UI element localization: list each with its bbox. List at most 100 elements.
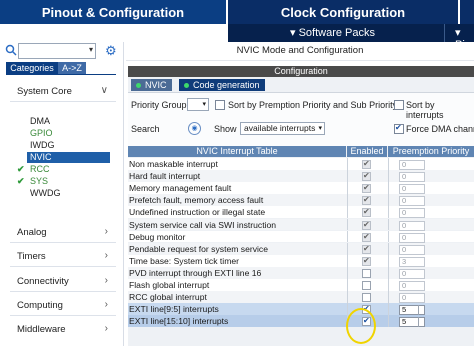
force-dma-checkbox[interactable] [394, 123, 404, 134]
priority-group-select[interactable]: ▾ [187, 98, 209, 111]
software-packs-menu[interactable]: ▾ Software Packs [290, 26, 375, 39]
tab-categories[interactable]: Categories [6, 62, 58, 74]
priority-cell: 3 [388, 254, 474, 267]
group-label: Computing [17, 300, 63, 311]
priority-cell: 0 [388, 266, 474, 279]
search-label: Search [131, 124, 160, 134]
table-row[interactable]: EXTI line[15:10] interrupts 5 [128, 315, 474, 328]
priority-value[interactable]: 5 [399, 317, 425, 328]
column-header-priority[interactable]: Preemption Priority [388, 146, 474, 157]
interrupt-name: EXTI line[9:5] interrupts [129, 304, 219, 315]
priority-value: 0 [399, 268, 425, 279]
menu-separator [444, 24, 445, 42]
group-system-core[interactable]: System Core ∨ [0, 83, 118, 100]
group-connectivity[interactable]: Connectivity › [0, 273, 118, 290]
chevron-right-icon: › [104, 250, 108, 261]
table-row[interactable]: Undefined instruction or illegal state 0 [128, 206, 474, 219]
enabled-cell [347, 230, 388, 243]
enabled-cell [347, 194, 388, 206]
tab-clock-configuration[interactable]: Clock Configuration [228, 0, 458, 24]
priority-cell: 0 [388, 279, 474, 291]
group-timers[interactable]: Timers › [0, 248, 118, 265]
tab-label: NVIC [145, 80, 167, 90]
chevron-right-icon: › [104, 299, 108, 310]
search-button[interactable]: ◉ [188, 122, 201, 135]
column-header-interrupt[interactable]: NVIC Interrupt Table [128, 146, 346, 157]
enabled-checkbox [362, 255, 371, 267]
sidebar-item-nvic[interactable]: NVIC [27, 152, 110, 163]
show-select[interactable]: available interrupts ▾ [240, 122, 325, 135]
sidebar-search-input[interactable]: ▾ [18, 43, 96, 59]
chevron-down-icon[interactable]: ▾ [89, 45, 93, 54]
chevron-right-icon: › [104, 226, 108, 237]
sort-interrupts-checkbox[interactable] [394, 100, 404, 110]
configuration-header: Configuration [128, 66, 474, 77]
interrupt-name: Hard fault interrupt [129, 171, 201, 182]
group-computing[interactable]: Computing › [0, 297, 118, 314]
table-row[interactable]: Hard fault interrupt 0 [128, 170, 474, 183]
tab-a-to-z[interactable]: A->Z [58, 62, 86, 74]
priority-value: 0 [399, 293, 425, 304]
sidebar-item-iwdg[interactable]: IWDG [30, 140, 55, 151]
table-row[interactable]: Time base: System tick timer 3 [128, 254, 474, 267]
sort-premption-checkbox[interactable] [215, 100, 225, 110]
highlight-annotation [346, 308, 376, 344]
enabled-cell [347, 206, 388, 218]
chevron-down-icon: ▾ [318, 125, 322, 132]
enabled-checkbox [362, 170, 371, 182]
table-row[interactable]: Debug monitor 0 [128, 230, 474, 243]
tab-code-generation[interactable]: Code generation [179, 79, 265, 91]
table-row[interactable]: PVD interrupt through EXTI line 16 0 [128, 266, 474, 279]
table-row[interactable]: Pendable request for system service 0 [128, 242, 474, 255]
interrupt-name: RCC global interrupt [129, 292, 207, 303]
priority-value[interactable]: 5 [399, 305, 425, 316]
interrupt-name: Flash global interrupt [129, 280, 210, 290]
sidebar-item-sys[interactable]: ✔ SYS [17, 176, 48, 187]
sidebar-item-gpio[interactable]: GPIO [30, 128, 53, 139]
interrupt-name: System service call via SWI instruction [129, 219, 277, 230]
priority-value: 0 [399, 244, 425, 255]
enabled-checkbox [362, 206, 371, 218]
tab-nvic[interactable]: NVIC [131, 79, 172, 91]
status-dot-icon [136, 83, 141, 89]
table-row[interactable]: Flash global interrupt 0 [128, 279, 474, 291]
sidebar-item-rcc[interactable]: ✔ RCC [17, 164, 50, 175]
divider [10, 101, 116, 102]
interrupt-name: Prefetch fault, memory access fault [129, 195, 264, 206]
sidebar-item-label: NVIC [30, 152, 52, 162]
enabled-cell [347, 279, 388, 291]
priority-group-label: Priority Group [131, 100, 187, 110]
sidebar-item-dma[interactable]: DMA [30, 116, 50, 127]
group-middleware[interactable]: Middleware › [0, 321, 118, 338]
status-dot-icon [184, 83, 189, 89]
category-underline [6, 74, 116, 75]
table-row[interactable]: Memory management fault 0 [128, 182, 474, 195]
gear-icon[interactable]: ⚙ [105, 43, 117, 59]
sidebar-item-wwdg[interactable]: WWDG [30, 188, 61, 199]
group-label: Middleware [17, 324, 66, 335]
table-row[interactable]: Non maskable interrupt 0 [128, 158, 474, 170]
table-row[interactable]: RCC global interrupt 0 [128, 291, 474, 304]
enabled-cell [347, 266, 388, 279]
group-analog[interactable]: Analog › [0, 224, 118, 241]
enabled-checkbox[interactable] [362, 268, 371, 278]
priority-value: 0 [399, 196, 425, 207]
divider [10, 242, 116, 243]
table-row[interactable]: EXTI line[9:5] interrupts 5 [128, 303, 474, 316]
enabled-checkbox[interactable] [362, 293, 371, 303]
enabled-checkbox[interactable] [362, 281, 371, 290]
group-label: Connectivity [17, 276, 69, 287]
priority-cell: 0 [388, 182, 474, 195]
table-row[interactable]: System service call via SWI instruction 0 [128, 218, 474, 231]
column-header-enabled[interactable]: Enabled [347, 146, 387, 157]
priority-value: 3 [399, 256, 425, 267]
tab-pinout-configuration[interactable]: Pinout & Configuration [0, 0, 226, 24]
table-row[interactable]: Prefetch fault, memory access fault 0 [128, 194, 474, 207]
priority-value: 0 [399, 184, 425, 195]
enabled-cell [347, 170, 388, 182]
tab-overflow[interactable] [460, 0, 474, 24]
priority-cell: 0 [388, 170, 474, 183]
sidebar-item-label: RCC [30, 164, 50, 174]
tab-label: Code generation [193, 80, 260, 90]
interrupt-name: Time base: System tick timer [129, 255, 239, 266]
